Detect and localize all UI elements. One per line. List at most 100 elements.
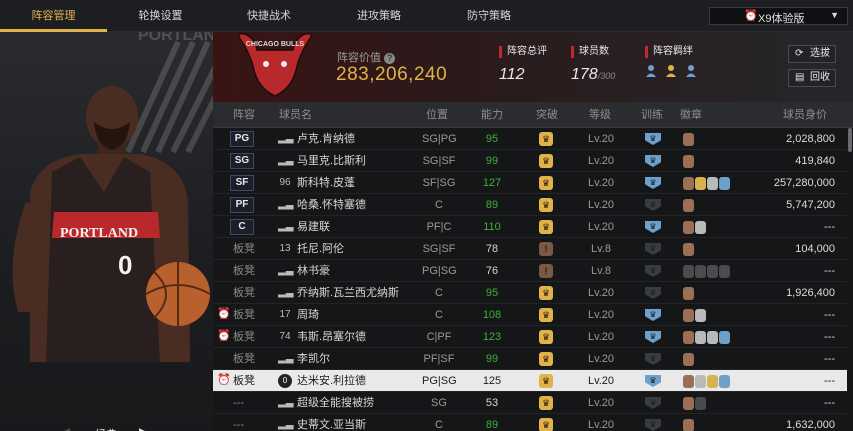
tab-lineup[interactable]: 阵容管理 [0, 0, 107, 32]
training-icon[interactable]: ♛ [645, 309, 661, 321]
crown-icon[interactable]: ♛ [539, 220, 553, 234]
tab-offense[interactable]: 进攻策略 [324, 0, 434, 32]
badge-list[interactable] [683, 353, 695, 366]
col-level[interactable]: 等级 [589, 102, 611, 128]
player-value: --- [824, 397, 835, 409]
table-row[interactable]: SF 96 斯科特.皮蓬 SF|SG 127 ♛ Lv.20 ♛ 257,280,000 [213, 172, 847, 194]
table-header: 阵容 球员名 位置 能力 突破 等级 训练 徽章 球员身价 [213, 102, 853, 128]
player-name[interactable]: 周琦 [297, 304, 319, 326]
training-icon[interactable]: ♛ [645, 419, 661, 431]
badge-list[interactable] [683, 155, 695, 168]
crown-icon[interactable]: ♛ [539, 418, 553, 431]
tab-quick-tactics[interactable]: 快捷战术 [214, 0, 324, 32]
col-pos[interactable]: 位置 [426, 102, 448, 128]
table-row[interactable]: PG ▂▃ 卢克.肯纳德 SG|PG 95 ♛ Lv.20 ♛ 2,028,800 [213, 128, 847, 150]
badge-list[interactable] [683, 397, 707, 410]
player-name[interactable]: 韦斯.昂塞尔德 [297, 326, 366, 348]
table-row[interactable]: 板凳 ▂▃ 乔纳斯.瓦兰西尤纳斯 C 95 ♛ Lv.20 ♛ 1,926,400 [213, 282, 847, 304]
training-icon[interactable]: ♛ [645, 155, 661, 167]
prev-arrow-icon[interactable]: ◀ [63, 426, 70, 431]
crown-icon[interactable]: ♛ [539, 308, 553, 322]
training-icon[interactable]: ♛ [645, 199, 661, 211]
table-row[interactable]: 板凳 13 托尼.阿伦 SG|SF 78! Lv.8 ♛ 104,000 [213, 238, 847, 260]
player-name[interactable]: 马里克.比斯利 [297, 150, 366, 172]
training-icon[interactable]: ♛ [645, 133, 661, 145]
badge-list[interactable] [683, 287, 695, 300]
player-name[interactable]: 史蒂文.亚当斯 [297, 414, 366, 431]
player-position: SF|SG [422, 177, 456, 189]
col-training[interactable]: 训练 [641, 102, 663, 128]
table-row[interactable]: SG ▂▃ 马里克.比斯利 SG|SF 99 ♛ Lv.20 ♛ 419,840 [213, 150, 847, 172]
badge-list[interactable] [683, 199, 695, 212]
slot-label: 板凳 [233, 265, 255, 277]
player-name[interactable]: 斯科特.皮蓬 [297, 172, 355, 194]
select-button[interactable]: ⟳ 选拔 [788, 45, 836, 63]
crown-icon[interactable]: ♛ [539, 396, 553, 410]
col-slot[interactable]: 阵容 [233, 102, 255, 128]
table-row[interactable]: --- ▂▃ 史蒂文.亚当斯 C 89 ♛ Lv.20 ♛ 1,632,000 [213, 414, 847, 431]
player-name[interactable]: 乔纳斯.瓦兰西尤纳斯 [297, 282, 399, 304]
recycle-button[interactable]: ▤ 回收 [788, 69, 836, 87]
crown-icon[interactable]: ♛ [539, 132, 553, 146]
col-breakthrough[interactable]: 突破 [536, 102, 558, 128]
next-arrow-icon[interactable]: ▶ [139, 426, 146, 431]
player-name[interactable]: 卢克.肯纳德 [297, 128, 355, 150]
signal-icon: ▂▃ [278, 353, 294, 364]
player-name[interactable]: 哈桑.怀特塞德 [297, 194, 366, 216]
crown-icon[interactable]: ♛ [539, 198, 553, 212]
table-row[interactable]: ⏰ 板凳 0 达米安.利拉德 PG|SG 125 ♛ Lv.20 ♛ --- [213, 370, 847, 392]
crown-icon[interactable]: ♛ [539, 352, 553, 366]
crown-icon[interactable]: ♛ [539, 154, 553, 168]
badge-list[interactable] [683, 243, 695, 256]
tab-defense[interactable]: 防守策略 [434, 0, 544, 32]
player-name[interactable]: 林书豪 [297, 260, 330, 282]
training-icon[interactable]: ♛ [645, 177, 661, 189]
training-icon[interactable]: ♛ [645, 287, 661, 299]
tab-rotation[interactable]: 轮换设置 [107, 0, 214, 32]
player-level: Lv.20 [587, 221, 615, 233]
training-icon[interactable]: ♛ [645, 243, 661, 255]
bond-icons[interactable] [645, 64, 703, 78]
col-name[interactable]: 球员名 [279, 102, 312, 128]
table-row[interactable]: PF ▂▃ 哈桑.怀特塞德 C 89 ♛ Lv.20 ♛ 5,747,200 [213, 194, 847, 216]
help-icon[interactable]: ? [384, 53, 395, 64]
crown-icon[interactable]: ♛ [539, 286, 553, 300]
crown-icon[interactable]: ♛ [539, 176, 553, 190]
training-icon[interactable]: ♛ [645, 375, 661, 387]
badge-list[interactable] [683, 177, 731, 190]
training-icon[interactable]: ♛ [645, 397, 661, 409]
version-select[interactable]: ⏰ X9体验版 ▼ [709, 7, 848, 25]
crown-icon[interactable]: ♛ [539, 330, 553, 344]
exclamation-icon[interactable]: ! [539, 264, 553, 278]
scrollbar[interactable] [848, 128, 852, 152]
player-name[interactable]: 超级全能搜被捞 [297, 392, 374, 414]
table-row[interactable]: 板凳 ▂▃ 李凯尔 PF|SF 99 ♛ Lv.20 ♛ --- [213, 348, 847, 370]
crown-icon[interactable]: ♛ [539, 374, 553, 388]
table-row[interactable]: ⏰ 板凳 17 周琦 C 108 ♛ Lv.20 ♛ --- [213, 304, 847, 326]
col-value[interactable]: 球员身价 [783, 102, 827, 128]
badge-list[interactable] [683, 265, 731, 278]
training-icon[interactable]: ♛ [645, 353, 661, 365]
training-icon[interactable]: ♛ [645, 265, 661, 277]
col-rating[interactable]: 能力 [481, 102, 503, 128]
badge-list[interactable] [683, 375, 731, 388]
table-row[interactable]: C ▂▃ 易建联 PF|C 110 ♛ Lv.20 ♛ --- [213, 216, 847, 238]
table-row[interactable]: 板凳 ▂▃ 林书豪 PG|SG 76! Lv.8 ♛ --- [213, 260, 847, 282]
badge-list[interactable] [683, 309, 707, 322]
badge-list[interactable] [683, 133, 695, 146]
player-value: 104,000 [795, 243, 835, 255]
col-badges[interactable]: 徽章 [680, 102, 702, 128]
table-row[interactable]: --- ▂▃ 超级全能搜被捞 SG 53 ♛ Lv.20 ♛ --- [213, 392, 847, 414]
player-name[interactable]: 易建联 [297, 216, 330, 238]
table-row[interactable]: ⏰ 板凳 74 韦斯.昂塞尔德 C|PF 123 ♛ Lv.20 ♛ --- [213, 326, 847, 348]
training-icon[interactable]: ♛ [645, 331, 661, 343]
badge-list[interactable] [683, 331, 731, 344]
exclamation-icon[interactable]: ! [539, 242, 553, 256]
badge-list[interactable] [683, 419, 695, 431]
player-name[interactable]: 达米安.利拉德 [297, 370, 366, 392]
badge-list[interactable] [683, 221, 707, 234]
player-name[interactable]: 托尼.阿伦 [297, 238, 344, 260]
player-rating: 99 [485, 155, 499, 167]
training-icon[interactable]: ♛ [645, 221, 661, 233]
player-name[interactable]: 李凯尔 [297, 348, 330, 370]
